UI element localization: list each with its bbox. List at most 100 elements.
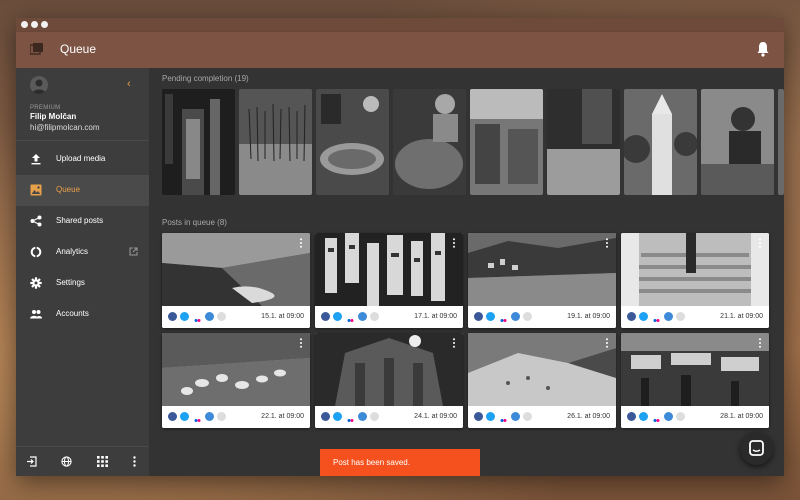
linkedin-icon bbox=[205, 412, 214, 421]
post-photo bbox=[468, 233, 616, 306]
pending-photo-3[interactable] bbox=[316, 89, 389, 195]
post-footer: 28.1. at 09:00 bbox=[621, 406, 769, 428]
chat-launcher-button[interactable] bbox=[740, 432, 773, 465]
post-menu-icon[interactable] bbox=[452, 338, 456, 348]
post-footer: 24.1. at 09:00 bbox=[315, 406, 463, 428]
post-menu-icon[interactable] bbox=[299, 238, 303, 248]
twitter-icon bbox=[180, 312, 189, 321]
sidebar-item-label: Accounts bbox=[56, 309, 89, 318]
facebook-icon bbox=[321, 312, 330, 321]
linkedin-icon bbox=[664, 312, 673, 321]
photo-incense-thumbnail bbox=[239, 89, 312, 195]
queued-post-card[interactable]: 19.1. at 09:00 bbox=[468, 233, 616, 328]
toast-message: Post has been saved. bbox=[333, 458, 410, 467]
flickr-icon bbox=[499, 412, 508, 422]
post-menu-icon[interactable] bbox=[758, 338, 762, 348]
avatar[interactable] bbox=[30, 76, 48, 94]
queued-post-card[interactable]: 24.1. at 09:00 bbox=[315, 333, 463, 428]
photo-stairs-thumbnail bbox=[621, 233, 769, 306]
post-photo bbox=[468, 333, 616, 406]
queue-section-title: Posts in queue (8) bbox=[162, 218, 227, 227]
scheduled-time: 17.1. at 09:00 bbox=[414, 313, 457, 320]
avatar-placeholder-icon bbox=[32, 79, 46, 94]
window-titlebar bbox=[16, 18, 784, 32]
sidebar-item-queue[interactable]: Queue bbox=[16, 175, 149, 206]
page-title: Queue bbox=[60, 42, 97, 56]
facebook-icon bbox=[168, 412, 177, 421]
share-icon bbox=[30, 215, 42, 227]
close-window-button[interactable] bbox=[21, 21, 28, 28]
sidebar-item-label: Upload media bbox=[56, 154, 106, 163]
sidebar-item-settings[interactable]: Settings bbox=[16, 268, 149, 299]
sidebar-footer bbox=[16, 446, 149, 476]
pending-photo-4[interactable] bbox=[393, 89, 466, 195]
photo-hanging-signs-thumbnail bbox=[315, 233, 463, 306]
notifications-bell-icon[interactable] bbox=[756, 41, 770, 57]
sidebar: ‹ PREMIUM Filip Molčan hi@filipmolcan.co… bbox=[16, 68, 149, 476]
queued-post-card[interactable]: 22.1. at 09:00 bbox=[162, 333, 310, 428]
queued-post-card[interactable]: 21.1. at 09:00 bbox=[621, 233, 769, 328]
more-networks-icon bbox=[523, 312, 532, 321]
linkedin-icon bbox=[358, 412, 367, 421]
collapse-sidebar-chevron-icon[interactable]: ‹ bbox=[127, 79, 137, 90]
more-networks-icon bbox=[676, 412, 685, 421]
app-window: Queue ‹ PREMIUM Filip Molčan hi@filipmol… bbox=[16, 18, 784, 476]
flickr-icon bbox=[652, 412, 661, 422]
pending-photo-6[interactable] bbox=[547, 89, 620, 195]
app-logo-icon bbox=[30, 43, 43, 55]
scheduled-time: 26.1. at 09:00 bbox=[567, 413, 610, 420]
queued-post-card[interactable]: 17.1. at 09:00 bbox=[315, 233, 463, 328]
pending-photo-5[interactable] bbox=[470, 89, 543, 195]
photo-mountain-slope-thumbnail bbox=[468, 333, 616, 406]
globe-icon[interactable] bbox=[61, 456, 72, 467]
post-menu-icon[interactable] bbox=[299, 338, 303, 348]
facebook-icon bbox=[321, 412, 330, 421]
flickr-icon bbox=[652, 312, 661, 322]
pending-photo-9[interactable] bbox=[778, 89, 784, 195]
post-menu-icon[interactable] bbox=[605, 338, 609, 348]
facebook-icon bbox=[168, 312, 177, 321]
more-vertical-icon[interactable] bbox=[129, 456, 140, 467]
apps-grid-icon[interactable] bbox=[97, 456, 108, 467]
more-networks-icon bbox=[523, 412, 532, 421]
sign-out-icon[interactable] bbox=[26, 456, 37, 467]
sidebar-item-analytics[interactable]: Analytics bbox=[16, 237, 149, 268]
user-profile: ‹ PREMIUM Filip Molčan hi@filipmolcan.co… bbox=[16, 68, 149, 141]
post-footer: 19.1. at 09:00 bbox=[468, 306, 616, 328]
queued-post-card[interactable]: 26.1. at 09:00 bbox=[468, 333, 616, 428]
sidebar-item-label: Analytics bbox=[56, 247, 89, 256]
pending-photo-7[interactable] bbox=[624, 89, 697, 195]
photo-signs-thumbnail bbox=[162, 89, 235, 195]
toast-notification: Post has been saved. bbox=[320, 449, 480, 476]
sidebar-item-accounts[interactable]: Accounts bbox=[16, 299, 149, 330]
pending-photo-2[interactable] bbox=[239, 89, 312, 195]
sidebar-item-upload-media[interactable]: Upload media bbox=[16, 144, 149, 175]
sidebar-item-shared-posts[interactable]: Shared posts bbox=[16, 206, 149, 237]
photo-street-market-thumbnail bbox=[621, 333, 769, 406]
main-content: Pending completion (19) Posts in queue (… bbox=[149, 68, 784, 476]
queued-post-card[interactable]: 15.1. at 09:00 bbox=[162, 233, 310, 328]
pending-photo-8[interactable] bbox=[701, 89, 774, 195]
sidebar-item-label: Queue bbox=[56, 185, 81, 194]
twitter-icon bbox=[639, 412, 648, 421]
photo-market-thumbnail bbox=[393, 89, 466, 195]
post-menu-icon[interactable] bbox=[758, 238, 762, 248]
post-menu-icon[interactable] bbox=[605, 238, 609, 248]
pending-photo-1[interactable] bbox=[162, 89, 235, 195]
external-link-icon bbox=[129, 247, 138, 256]
twitter-icon bbox=[180, 412, 189, 421]
scheduled-time: 28.1. at 09:00 bbox=[720, 413, 763, 420]
post-footer: 26.1. at 09:00 bbox=[468, 406, 616, 428]
user-email: hi@filipmolcan.com bbox=[30, 123, 100, 132]
minimize-window-button[interactable] bbox=[31, 21, 38, 28]
flickr-icon bbox=[346, 412, 355, 422]
post-photo bbox=[621, 333, 769, 406]
scheduled-time: 19.1. at 09:00 bbox=[567, 313, 610, 320]
maximize-window-button[interactable] bbox=[41, 21, 48, 28]
flickr-icon bbox=[346, 312, 355, 322]
linkedin-icon bbox=[664, 412, 673, 421]
flickr-icon bbox=[499, 312, 508, 322]
post-footer: 21.1. at 09:00 bbox=[621, 306, 769, 328]
post-menu-icon[interactable] bbox=[452, 238, 456, 248]
queued-post-card[interactable]: 28.1. at 09:00 bbox=[621, 333, 769, 428]
